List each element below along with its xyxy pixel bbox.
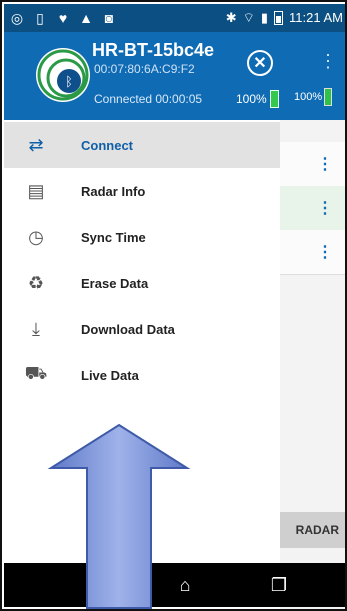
recent-apps-icon[interactable]: ❐ [267,573,291,597]
device-battery: 100% [236,90,279,108]
status-bar: ◎ ▯ ♥ ▲ ◙ ✱ ⌔ ▮ 11:21 AM [4,4,345,32]
drawer-header: ᛒ HR-BT-15bc4e 00:07:80:6A:C9:F2 Connect… [4,32,280,120]
up-arrow-annotation [47,423,191,609]
battery-icon [274,11,284,25]
bluetooth-icon: ✱ [225,10,237,25]
wifi-icon: ⌔ [242,10,255,25]
status-left-icons: ◎ ▯ ♥ ▲ ◙ [10,9,116,27]
car-radar-icon: ⛟ [24,363,48,383]
list-item[interactable]: ⋮ [280,142,345,187]
drawer-menu: ⇄ Connect ▤ Radar Info ◷ Sync Time ♻ Era… [4,122,280,398]
menu-item-erase-data[interactable]: ♻ Erase Data [4,260,280,306]
menu-item-download-data[interactable]: ⤓ Download Data [4,306,280,352]
twitter-icon: ♥ [58,10,68,26]
clipboard-icon: ▤ [27,180,45,201]
warning-icon: ▲ [79,10,93,26]
background-app-header: ⋮ 100% [280,32,345,120]
battery-icon [269,90,279,108]
device-mac: 00:07:80:6A:C9:F2 [94,62,195,76]
status-right: ✱ ⌔ ▮ 11:21 AM [226,9,343,27]
background-app: ⋮ 100% ⋮ ⋮ ⋮ RADAR [280,32,345,609]
notification-icon: ◎ [10,10,24,26]
menu-item-connect[interactable]: ⇄ Connect [4,122,280,168]
signal-icon: ▮ [260,10,269,25]
more-icon[interactable]: ⋮ [317,154,333,174]
more-icon[interactable]: ⋮ [317,242,333,262]
list-item[interactable]: ⋮ [280,230,345,275]
overflow-menu-icon[interactable]: ⋮ [319,52,337,70]
status-time: 11:21 AM [289,10,343,25]
recycle-icon: ♻ [27,272,45,293]
menu-item-sync-time[interactable]: ◷ Sync Time [4,214,280,260]
battery-icon [324,88,333,106]
cast-icon: ▯ [36,10,44,26]
connection-status: Connected 00:00:05 [94,92,203,106]
screen-frame: ◎ ▯ ♥ ▲ ◙ ✱ ⌔ ▮ 11:21 AM ⋮ 100% ⋮ ⋮ ⋮ RA… [0,0,347,611]
menu-item-radar-info[interactable]: ▤ Radar Info [4,168,280,214]
app-logo: ᛒ [36,48,90,102]
radar-button[interactable]: RADAR [280,512,345,548]
clock-icon: ◷ [28,226,44,247]
connect-icon: ⇄ [28,134,44,155]
list-item[interactable]: ⋮ [280,186,345,231]
svg-text:ᛒ: ᛒ [65,75,73,90]
close-icon[interactable]: ✕ [247,50,273,76]
background-battery: 100% [294,88,333,106]
menu-item-live-data[interactable]: ⛟ Live Data [4,352,280,398]
device-name: HR-BT-15bc4e [92,40,215,60]
image-icon: ◙ [104,10,114,26]
more-icon[interactable]: ⋮ [317,198,333,218]
download-icon: ⤓ [32,318,40,339]
